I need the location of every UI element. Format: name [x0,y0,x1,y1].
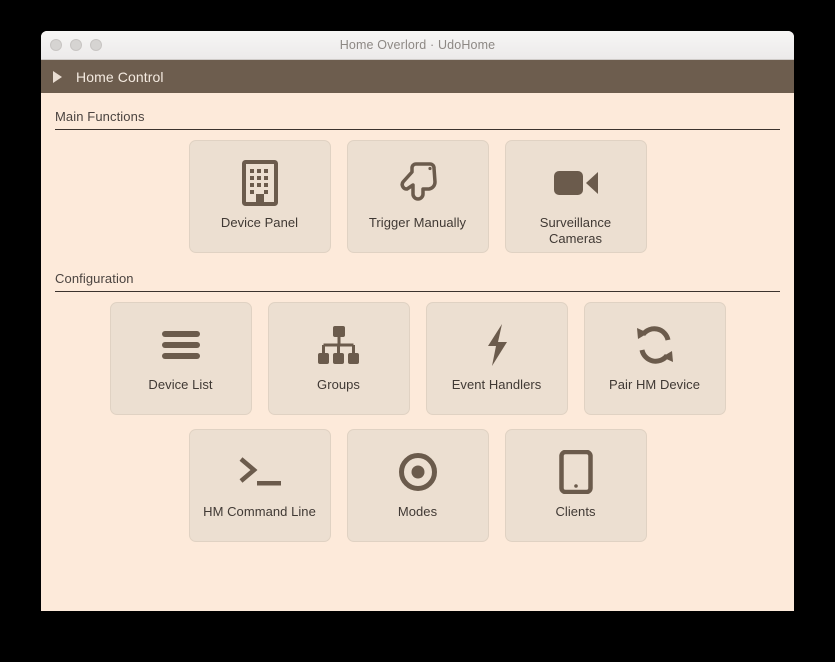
card-row: Device Panel Trigger Manually Surveillan… [55,140,780,253]
pointing-hand-icon [397,159,439,207]
app-window: Home Overlord · UdoHome Home Control Mai… [41,31,794,611]
navigation-toolbar: Home Control [41,60,794,93]
card-label: Device List [148,377,213,392]
card-hm-command-line[interactable]: HM Command Line [188,429,331,542]
sync-arrows-icon [635,321,675,369]
card-label: Groups [317,377,360,392]
card-pair-hm-device[interactable]: Pair HM Device [583,302,726,415]
section-title-configuration: Configuration [55,271,134,286]
lightning-bolt-icon [483,321,511,369]
video-camera-icon [553,159,599,207]
screen: Home Overlord · UdoHome Home Control Mai… [0,0,835,662]
list-lines-icon [161,321,201,369]
card-label: Event Handlers [451,377,542,392]
card-label: Surveillance Cameras [539,215,612,246]
toolbar-title: Home Control [76,68,164,85]
section-divider [55,129,780,130]
target-dot-icon [398,448,438,496]
card-surveillance-cameras[interactable]: Surveillance Cameras [504,140,647,253]
close-button[interactable] [50,39,62,51]
card-row: HM Command Line Modes Clients [55,429,780,542]
card-label: Clients [555,504,596,519]
row-spacer [55,417,780,429]
terminal-prompt-icon [237,448,283,496]
card-label: HM Command Line [203,504,316,519]
building-icon [241,159,279,207]
play-triangle-icon[interactable] [53,70,62,83]
sitemap-icon [317,321,360,369]
card-label: Modes [397,504,438,519]
card-clients[interactable]: Clients [504,429,647,542]
card-label: Trigger Manually [368,215,467,230]
card-device-list[interactable]: Device List [109,302,252,415]
section-main-functions: Main Functions Device Panel Trigger Manu… [41,93,794,253]
window-titlebar: Home Overlord · UdoHome [41,31,794,60]
section-title-main-functions: Main Functions [55,109,145,124]
section-divider [55,291,780,292]
card-event-handlers[interactable]: Event Handlers [425,302,568,415]
card-groups[interactable]: Groups [267,302,410,415]
card-device-panel[interactable]: Device Panel [188,140,331,253]
content-area: Main Functions Device Panel Trigger Manu… [41,93,794,611]
card-trigger-manually[interactable]: Trigger Manually [346,140,489,253]
card-label: Device Panel [220,215,299,230]
card-row: Device List Groups Event Handlers Pair H… [55,302,780,415]
window-title: Home Overlord · UdoHome [339,38,496,52]
card-label: Pair HM Device [609,377,700,392]
window-controls[interactable] [50,31,102,59]
card-modes[interactable]: Modes [346,429,489,542]
tablet-icon [558,448,593,496]
minimize-button[interactable] [70,39,82,51]
section-configuration: Configuration Device List Groups Event H… [41,255,794,542]
maximize-button[interactable] [90,39,102,51]
